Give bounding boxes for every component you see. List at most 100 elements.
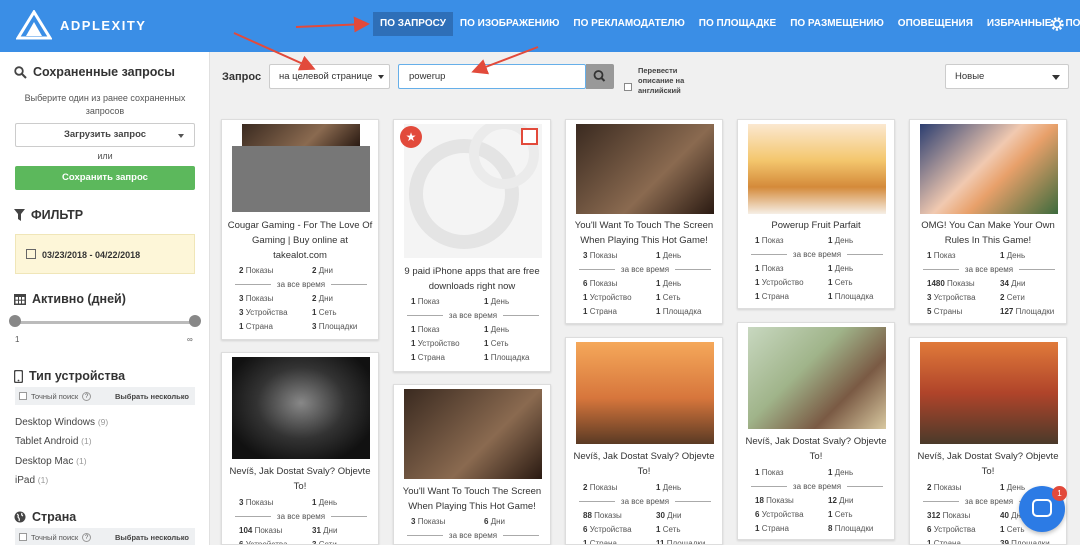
query-scope-select[interactable]: на целевой странице (269, 64, 390, 89)
nav-by-placement[interactable]: ПО РАЗМЕЩЕНИЮ (783, 12, 891, 36)
device-count: (9) (97, 417, 109, 427)
stat-value: 1 День (828, 468, 853, 477)
all-time-separator: за все время (566, 265, 722, 274)
exact-search-checkbox[interactable] (19, 392, 27, 400)
stat-value: 1 День (1000, 251, 1025, 260)
stat-value: 1 День (656, 483, 681, 492)
stat-value: 31 Дни (312, 526, 337, 535)
stat-unit: День (1006, 251, 1026, 260)
stat-number: 2 (312, 266, 317, 275)
exact-search-label: Точный поиск (31, 532, 79, 542)
ad-card[interactable]: You'll Want To Touch The Screen When Pla… (565, 119, 723, 324)
all-time-separator: за все время (222, 280, 378, 289)
stat-number: 39 (1000, 539, 1009, 545)
nav-by-advertiser[interactable]: ПО РЕКЛАМОДАТЕЛЮ (566, 12, 691, 36)
exact-search-label: Точный поиск (31, 391, 79, 401)
choose-multiple-link[interactable]: Выбрать несколько (115, 392, 189, 401)
device-ipad[interactable]: iPad (1) (15, 475, 48, 486)
load-query-button[interactable]: Загрузить запрос (15, 123, 195, 147)
stat-value: 18 Показы (755, 496, 794, 505)
stat-unit: Дни (1011, 279, 1026, 288)
nav-favorites[interactable]: ИЗБРАННЫЕ (980, 12, 1059, 36)
gear-icon[interactable] (1048, 15, 1066, 33)
stat-number: 1 (656, 307, 661, 316)
filter-icon (14, 209, 25, 221)
ad-card[interactable]: OMG! You Can Make Your Own Rules In This… (909, 119, 1067, 324)
ad-card[interactable]: Cougar Gaming - For The Love Of Gaming |… (221, 119, 379, 340)
stat-unit: Устройство (417, 339, 460, 348)
saved-queries-hint: Выберите один из ранее сохраненных запро… (24, 93, 186, 116)
stat-value: 3 Показы (411, 517, 445, 526)
active-days-title: Активно (дней) (14, 292, 126, 306)
stat-value: 1 Площадка (484, 353, 529, 362)
star-icon[interactable]: ★ (400, 126, 422, 148)
stat-value: 1 День (828, 236, 853, 245)
device-desktop-mac[interactable]: Desktop Mac (1) (15, 456, 87, 467)
stat-number: 1 (656, 293, 661, 302)
help-icon[interactable]: ? (82, 391, 92, 401)
select-checkbox[interactable] (521, 128, 538, 145)
translate-checkbox[interactable] (624, 83, 632, 91)
nav-by-site[interactable]: ПО ПЛОЩАДКЕ (692, 12, 783, 36)
active-days-slider-track[interactable] (15, 321, 195, 324)
choose-multiple-link[interactable]: Выбрать несколько (115, 533, 189, 542)
date-range-picker[interactable]: 03/23/2018 - 04/22/2018 (15, 234, 195, 274)
stat-value: 1 Площадка (656, 307, 701, 316)
stat-unit: Площадки (318, 322, 358, 331)
search-button[interactable] (586, 64, 614, 89)
device-count: (1) (37, 475, 49, 485)
stat-unit: Показы (942, 511, 971, 520)
ad-card[interactable]: Nevíš, Jak Dostat Svaly? Objevte To! 3 П… (221, 352, 379, 545)
stat-unit: Дни (318, 266, 333, 275)
country-label: Страна (32, 510, 77, 524)
ad-card[interactable]: ★ 9 paid iPhone apps that are free downl… (393, 119, 551, 372)
ad-title: OMG! You Can Make Your Own Rules In This… (921, 220, 1055, 246)
help-icon[interactable]: ? (82, 532, 92, 542)
sort-select[interactable]: Новые (945, 64, 1069, 89)
stat-value: 1 Сеть (312, 308, 336, 317)
exact-search-checkbox[interactable] (19, 533, 27, 541)
save-query-button[interactable]: Сохранить запрос (15, 166, 195, 190)
nav-by-query[interactable]: ПО ЗАПРОСУ (373, 12, 453, 36)
stat-number: 3 (583, 251, 588, 260)
logo[interactable]: ADPLEXITY (16, 10, 146, 40)
stat-number: 1 (656, 525, 661, 534)
ad-card[interactable]: Nevíš, Jak Dostat Svaly? Objevte To! 1 П… (737, 322, 895, 540)
slider-min-handle[interactable] (9, 315, 21, 327)
ad-card[interactable]: Powerup Fruit Parfait 1 Показ 1 День за вс… (737, 119, 895, 309)
nav-by-image[interactable]: ПО ИЗОБРАЖЕНИЮ (453, 12, 566, 36)
stat-unit: Площадка (834, 292, 874, 301)
ad-thumbnail (748, 327, 886, 429)
ad-card[interactable]: You'll Want To Touch The Screen When Pla… (393, 384, 551, 545)
stat-number: 1 (411, 339, 416, 348)
or-label: или (97, 151, 113, 161)
ad-card[interactable]: Nevíš, Jak Dostat Svaly? Objevte To! 2 П… (565, 337, 723, 545)
device-desktop-windows[interactable]: Desktop Windows (9) (15, 417, 108, 428)
stat-number: 6 (755, 510, 760, 519)
stat-value: 1 Страна (583, 539, 617, 545)
stat-unit: Сети (318, 540, 337, 545)
stat-value: 11 Площадки (656, 539, 705, 544)
stat-number: 1 (583, 539, 588, 545)
device-type-title: Тип устройства (14, 369, 125, 383)
stat-number: 2 (239, 266, 244, 275)
stat-unit: Показы (245, 294, 274, 303)
stat-unit: Показы (245, 266, 274, 275)
ad-title: Powerup Fruit Parfait (771, 220, 861, 231)
stat-unit: Сеть (1006, 525, 1025, 534)
stat-value: 1 Устройство (411, 339, 460, 348)
nav-alerts[interactable]: ОПОВЕЩЕНИЯ (891, 12, 980, 36)
main-nav: ПО ЗАПРОСУ ПО ИЗОБРАЖЕНИЮ ПО РЕКЛАМОДАТЕ… (373, 12, 1080, 36)
stat-unit: Сеть (318, 308, 337, 317)
country-options-row: Точный поиск ? Выбрать несколько (15, 528, 195, 545)
stat-number: 1 (828, 264, 833, 273)
search-input[interactable] (398, 64, 586, 89)
device-tablet-android[interactable]: Tablet Android (1) (15, 436, 92, 447)
stat-number: 1 (927, 539, 932, 545)
stat-number: 1 (828, 278, 833, 287)
stat-value: 3 Устройства (927, 293, 976, 302)
slider-max-handle[interactable] (189, 315, 201, 327)
stat-unit: Сеть (662, 293, 681, 302)
slider-min-label: 1 (15, 335, 20, 344)
filter-title: ФИЛЬТР (14, 208, 83, 222)
